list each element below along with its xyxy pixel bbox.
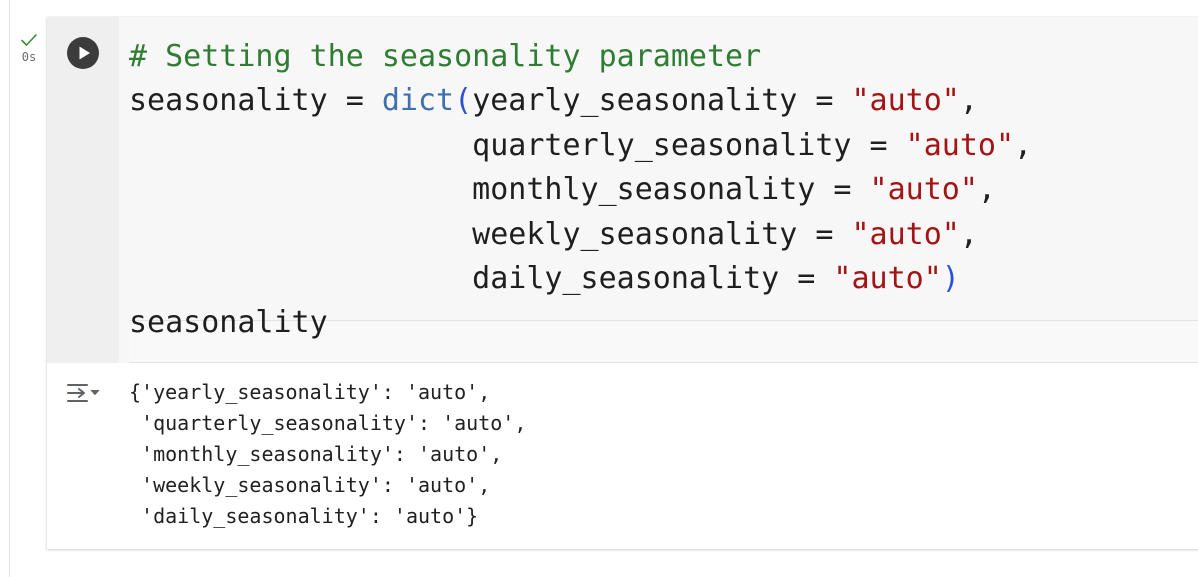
- code-line-1: # Setting the seasonality parameter: [129, 35, 1198, 79]
- code-line-3: quarterly_seasonality = "auto",: [129, 124, 1198, 168]
- code-editor[interactable]: # Setting the seasonality parameter seas…: [129, 35, 1198, 363]
- code-close-paren: ): [941, 260, 960, 296]
- code-string-quarterly: "auto": [905, 127, 1015, 163]
- output-line: 'quarterly_seasonality': 'auto',: [129, 411, 527, 435]
- code-cell[interactable]: # Setting the seasonality parameter seas…: [47, 17, 1198, 549]
- code-string-weekly: "auto": [851, 216, 960, 252]
- code-comma: ,: [959, 216, 978, 252]
- cell-output-area: {'yearly_seasonality': 'auto', 'quarterl…: [47, 363, 1198, 549]
- code-arg-yearly: yearly_seasonality =: [472, 83, 852, 119]
- output-line: 'weekly_seasonality': 'auto',: [129, 473, 491, 497]
- code-operator: =: [327, 83, 382, 119]
- execution-status: 0s: [14, 32, 44, 64]
- output-line: 'daily_seasonality': 'auto'}: [129, 504, 479, 528]
- code-editor-area[interactable]: # Setting the seasonality parameter seas…: [47, 17, 1198, 363]
- output-toggle-icon[interactable]: [65, 379, 103, 409]
- code-comma: ,: [959, 83, 978, 119]
- code-string-daily: "auto": [833, 260, 942, 296]
- output-line: 'monthly_seasonality': 'auto',: [129, 442, 503, 466]
- output-text: {'yearly_seasonality': 'auto', 'quarterl…: [129, 377, 526, 532]
- run-cell-button[interactable]: [67, 37, 99, 69]
- code-arg-quarterly: quarterly_seasonality =: [472, 127, 906, 163]
- code-open-paren: (: [454, 83, 473, 119]
- code-string-monthly: "auto": [869, 172, 978, 208]
- notebook-left-border: [9, 0, 10, 577]
- code-arg-daily: daily_seasonality =: [472, 260, 834, 296]
- code-line-7: seasonality: [129, 301, 1198, 345]
- code-line-5: weekly_seasonality = "auto",: [129, 213, 1198, 257]
- execution-time: 0s: [21, 50, 37, 64]
- code-line-6: daily_seasonality = "auto"): [129, 257, 1198, 301]
- code-arg-monthly: monthly_seasonality =: [472, 172, 870, 208]
- code-comma: ,: [977, 172, 996, 208]
- play-icon: [79, 46, 90, 60]
- code-line-4: monthly_seasonality = "auto",: [129, 168, 1198, 212]
- code-comment: # Setting the seasonality parameter: [129, 39, 762, 74]
- code-variable: seasonality: [129, 305, 328, 341]
- code-comma: ,: [1014, 127, 1033, 163]
- code-builtin-dict: dict: [381, 83, 455, 119]
- code-line-2: seasonality = dict(yearly_seasonality = …: [129, 79, 1198, 123]
- notebook-page: 0s # Setting the seasonality parameter s…: [0, 0, 1198, 577]
- code-string-yearly: "auto": [851, 83, 960, 119]
- check-icon: [21, 34, 37, 46]
- code-arg-weekly: weekly_seasonality =: [472, 216, 852, 252]
- code-variable: seasonality: [129, 83, 328, 119]
- output-line: {'yearly_seasonality': 'auto',: [129, 380, 491, 404]
